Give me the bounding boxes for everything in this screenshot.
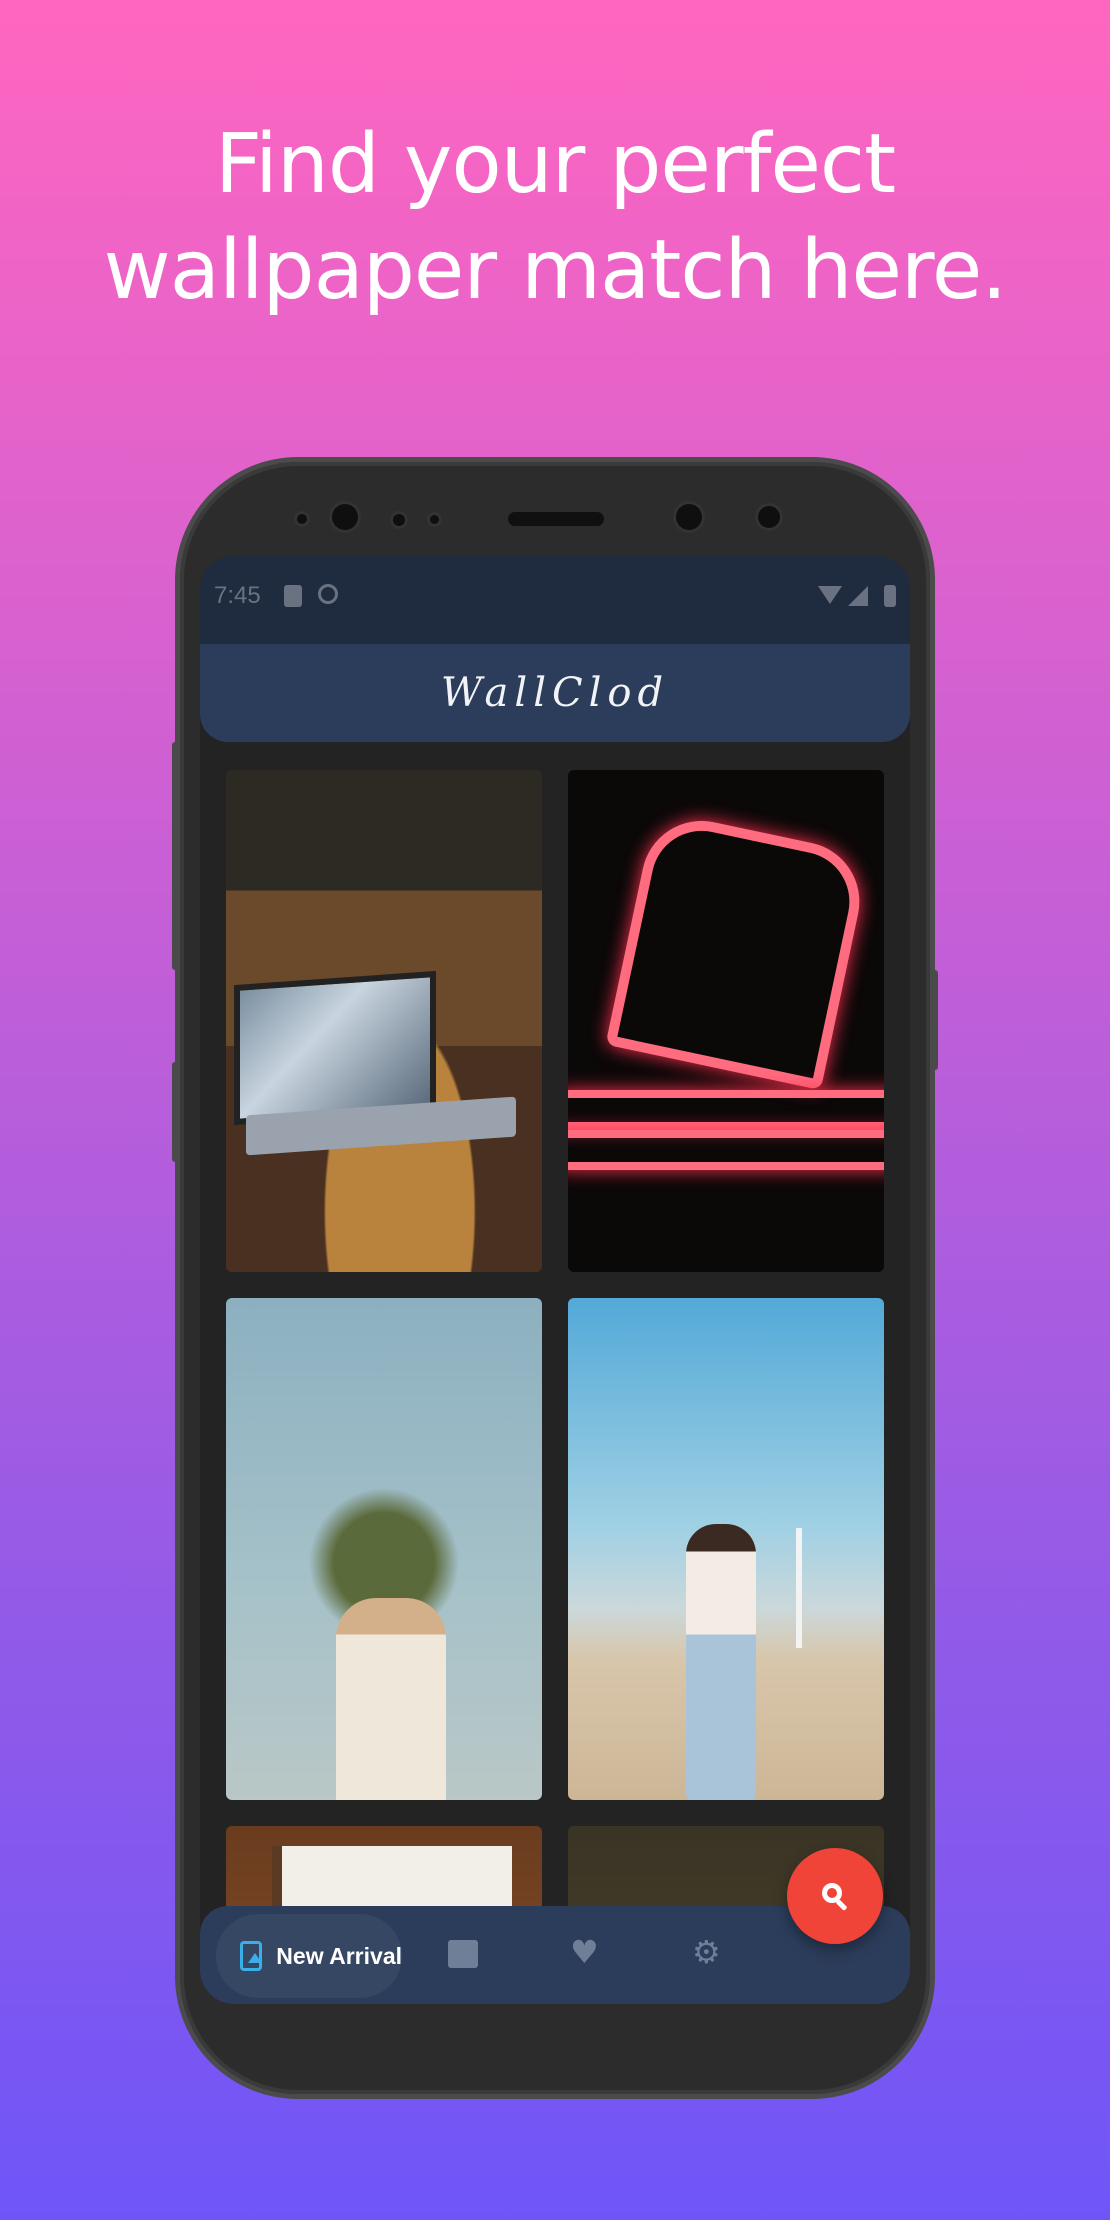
wallpaper-tile-couple[interactable] bbox=[226, 1298, 542, 1800]
neon-shape bbox=[568, 1130, 884, 1170]
wallpaper-tile-laptop[interactable] bbox=[226, 770, 542, 1272]
window-detail bbox=[272, 1846, 512, 1906]
iris-camera-icon bbox=[676, 504, 702, 530]
wallpaper-tile-beach[interactable] bbox=[568, 1298, 884, 1800]
search-icon-handle bbox=[835, 1898, 848, 1912]
phone-screen: 7:45 WallClod New Arrival ♥ ⚙ bbox=[200, 556, 910, 2004]
power-button bbox=[932, 970, 938, 1070]
laptop-image-detail bbox=[234, 970, 436, 1126]
volume-button bbox=[172, 742, 178, 970]
wallpaper-tile-neon[interactable] bbox=[568, 770, 884, 1272]
headline-line-2: wallpaper match here. bbox=[103, 223, 1008, 318]
phone-frame: 7:45 WallClod New Arrival ♥ ⚙ bbox=[172, 462, 938, 2094]
status-time: 7:45 bbox=[214, 582, 261, 609]
wifi-icon bbox=[818, 586, 842, 604]
status-bar: 7:45 bbox=[200, 556, 910, 644]
gear-icon[interactable]: ⚙ bbox=[692, 1936, 721, 1968]
nav-item-new-arrival[interactable]: New Arrival bbox=[216, 1914, 402, 1998]
wallpaper-icon bbox=[240, 1941, 263, 1971]
headline: Find your perfect wallpaper match here. bbox=[0, 112, 1110, 324]
battery-icon bbox=[884, 585, 896, 607]
app-title: WallClod bbox=[440, 670, 670, 716]
gallery-icon[interactable] bbox=[448, 1940, 478, 1968]
sensor-icon bbox=[297, 514, 307, 524]
sync-icon bbox=[318, 584, 338, 604]
neon-shape bbox=[605, 809, 871, 1091]
nav-label-new-arrival: New Arrival bbox=[276, 1942, 402, 1969]
bixby-button bbox=[172, 1062, 178, 1162]
headline-line-1: Find your perfect bbox=[214, 117, 896, 212]
sensor-icon bbox=[430, 515, 439, 524]
earpiece-speaker bbox=[508, 512, 604, 526]
wallpaper-grid[interactable] bbox=[226, 770, 884, 1906]
turbine-detail bbox=[796, 1528, 802, 1648]
neon-shape bbox=[568, 1090, 884, 1130]
app-bar: WallClod bbox=[200, 644, 910, 742]
sd-card-icon bbox=[284, 585, 302, 607]
search-fab[interactable] bbox=[787, 1848, 883, 1944]
sensor-icon bbox=[393, 514, 405, 526]
couple-detail bbox=[336, 1598, 446, 1800]
wallpaper-tile-interior[interactable] bbox=[226, 1826, 542, 1906]
front-camera-icon bbox=[332, 504, 358, 530]
person-detail bbox=[686, 1524, 756, 1800]
heart-icon[interactable]: ♥ bbox=[570, 1936, 599, 1968]
signal-icon bbox=[848, 586, 868, 606]
iris-sensor-icon bbox=[758, 506, 780, 528]
